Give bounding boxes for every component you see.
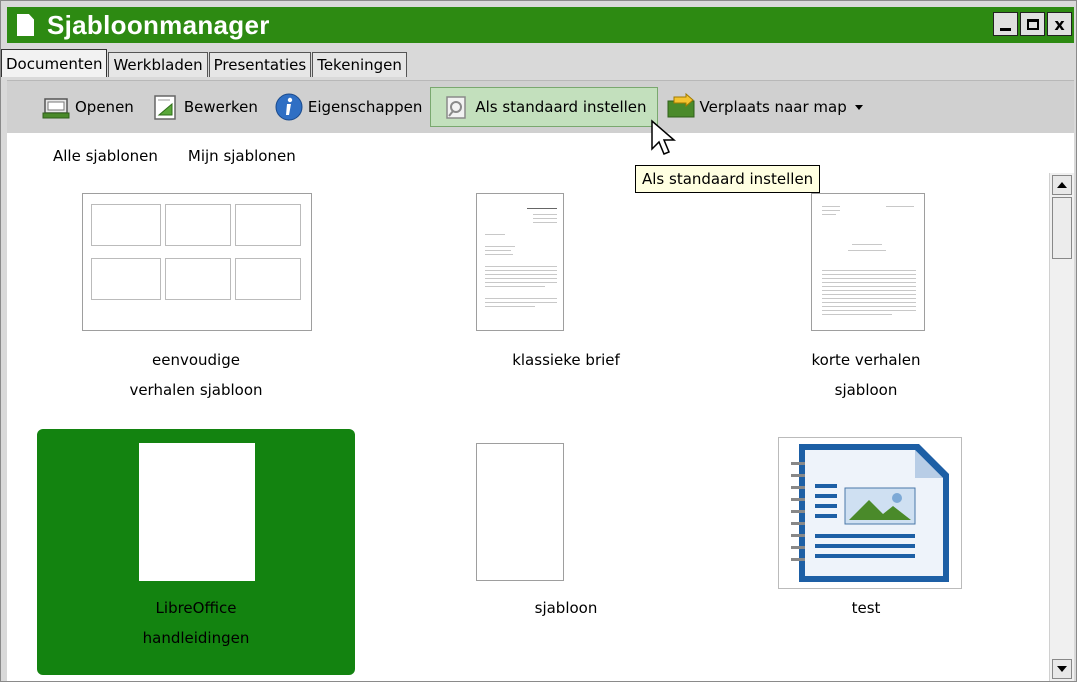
template-name-line2: sjabloon	[834, 381, 898, 399]
tab-documenten[interactable]: Documenten	[1, 49, 108, 77]
move-to-folder-button[interactable]: Verplaats naar map	[658, 87, 871, 127]
template-area: Alle sjablonen Mijn sjablonen eenvoudige…	[7, 133, 1074, 681]
maximize-button[interactable]	[1020, 12, 1045, 36]
open-icon	[42, 98, 70, 119]
maximize-icon	[1026, 18, 1039, 30]
template-tile[interactable]: klassieke brief	[407, 179, 725, 425]
open-button[interactable]: Openen	[33, 87, 142, 127]
close-button[interactable]: x	[1047, 12, 1072, 36]
template-thumbnail	[811, 193, 925, 331]
template-tile[interactable]: sjabloon	[407, 429, 725, 675]
scroll-thumb[interactable]	[1052, 197, 1072, 259]
filter-all-templates[interactable]: Alle sjablonen	[53, 147, 158, 165]
toolbar: Openen Bewerken Eigenschappen Als standa…	[7, 80, 1074, 134]
properties-label: Eigenschappen	[307, 98, 423, 116]
template-name: eenvoudige	[152, 351, 240, 369]
template-thumbnail	[476, 443, 564, 581]
set-default-button[interactable]: Als standaard instellen	[430, 87, 658, 127]
edit-button[interactable]: Bewerken	[142, 87, 266, 127]
arrow-up-icon	[1057, 182, 1067, 188]
template-name: korte verhalen	[811, 351, 921, 369]
template-name: test	[851, 599, 881, 617]
template-name-line2: verhalen sjabloon	[129, 381, 263, 399]
document-icon	[15, 12, 37, 38]
move-icon	[667, 92, 695, 118]
template-thumbnail	[139, 443, 255, 581]
edit-label: Bewerken	[183, 98, 258, 116]
vertical-scrollbar[interactable]	[1049, 173, 1074, 681]
chevron-down-icon[interactable]	[854, 104, 863, 110]
set-default-label: Als standaard instellen	[475, 98, 647, 116]
edit-icon	[154, 95, 176, 120]
template-tile-selected[interactable]: LibreOffice handleidingen	[37, 429, 355, 675]
window-title: Sjabloonmanager	[47, 9, 270, 40]
tab-label: Presentaties	[213, 56, 307, 74]
minimize-icon	[1000, 27, 1011, 31]
set-default-icon	[446, 96, 467, 119]
mouse-cursor-icon	[651, 119, 677, 155]
template-tile[interactable]: test	[707, 429, 1025, 675]
template-name: klassieke brief	[512, 351, 620, 369]
tab-werkbladen[interactable]: Werkbladen	[108, 52, 208, 77]
title-bar[interactable]: Sjabloonmanager x	[7, 7, 1074, 43]
minimize-button[interactable]	[993, 12, 1018, 36]
properties-button[interactable]: Eigenschappen	[266, 87, 430, 127]
template-tile[interactable]: korte verhalen sjabloon	[707, 179, 1025, 425]
move-label: Verplaats naar map	[699, 98, 847, 116]
template-tile[interactable]: eenvoudige verhalen sjabloon	[37, 179, 355, 425]
arrow-down-icon	[1057, 666, 1067, 672]
tab-label: Tekeningen	[317, 56, 402, 74]
template-manager-window: Sjabloonmanager x Documenten Werkbladen …	[0, 0, 1077, 682]
open-label: Openen	[75, 98, 134, 116]
filter-my-templates[interactable]: Mijn sjablonen	[188, 147, 296, 165]
template-thumbnail	[778, 437, 962, 589]
scroll-down-button[interactable]	[1052, 659, 1072, 679]
tab-label: Documenten	[6, 54, 103, 73]
tab-tekeningen[interactable]: Tekeningen	[312, 52, 407, 77]
scroll-up-button[interactable]	[1052, 175, 1072, 195]
template-name: LibreOffice	[155, 599, 237, 617]
writer-template-icon	[791, 444, 949, 582]
tab-label: Werkbladen	[113, 56, 203, 74]
info-icon	[275, 93, 303, 121]
tab-bar: Documenten Werkbladen Presentaties Teken…	[1, 49, 408, 77]
template-thumbnail	[82, 193, 312, 331]
template-name: sjabloon	[534, 599, 598, 617]
tab-presentaties[interactable]: Presentaties	[208, 52, 312, 77]
template-thumbnail	[476, 193, 564, 331]
template-name-line2: handleidingen	[142, 629, 250, 647]
tooltip: Als standaard instellen	[635, 165, 821, 193]
close-icon: x	[1054, 14, 1065, 34]
